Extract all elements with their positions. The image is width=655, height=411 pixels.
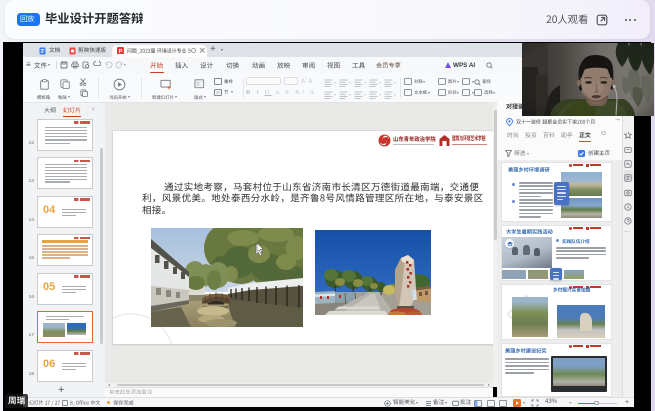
svg-text:P: P <box>119 49 123 55</box>
